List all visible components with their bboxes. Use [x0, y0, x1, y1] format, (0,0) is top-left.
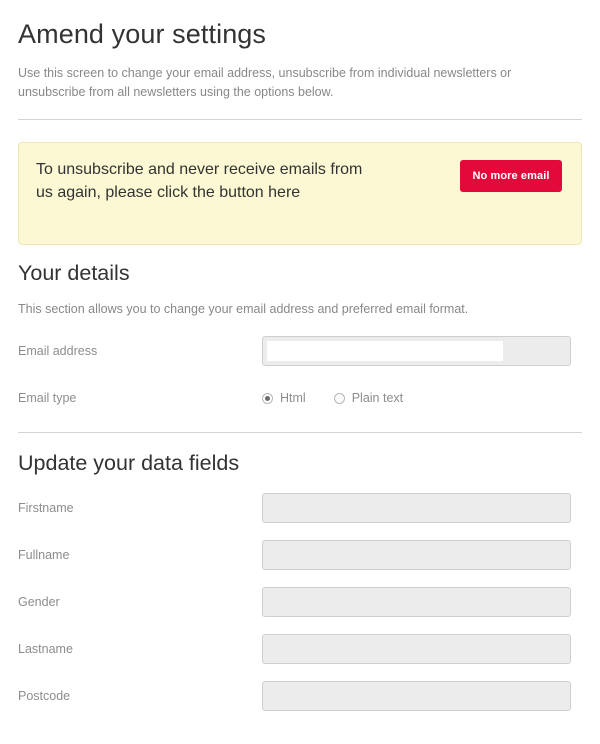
data-field-row: Gender	[18, 579, 582, 626]
fullname-label: Fullname	[18, 548, 262, 563]
email-address-label: Email address	[18, 344, 262, 359]
email-type-option-html-label: Html	[280, 391, 306, 405]
email-type-option-html[interactable]: Html	[262, 391, 306, 405]
your-details-description: This section allows you to change your e…	[18, 300, 582, 319]
divider-top	[18, 119, 582, 120]
settings-page: Amend your settings Use this screen to c…	[0, 0, 600, 720]
unsubscribe-callout-text: To unsubscribe and never receive emails …	[36, 159, 376, 204]
lastname-label: Lastname	[18, 642, 262, 657]
divider-middle	[18, 432, 582, 433]
data-field-row: Lastname	[18, 626, 582, 673]
email-type-row: Email type Html Plain text	[18, 375, 582, 422]
firstname-label: Firstname	[18, 501, 262, 516]
data-fields-list: Firstname Fullname Gender Lastname Postc	[18, 485, 582, 720]
email-type-option-plain-text-label: Plain text	[352, 391, 403, 405]
email-type-option-plain-text[interactable]: Plain text	[334, 391, 403, 405]
page-intro-text: Use this screen to change your email add…	[18, 64, 578, 103]
data-field-row: Firstname	[18, 485, 582, 532]
fullname-field[interactable]	[263, 541, 570, 569]
gender-label: Gender	[18, 595, 262, 610]
gender-input[interactable]	[262, 587, 571, 617]
page-title: Amend your settings	[18, 0, 582, 50]
unsubscribe-callout: To unsubscribe and never receive emails …	[18, 142, 582, 245]
email-address-row: Email address	[18, 328, 582, 375]
email-type-radio-group: Html Plain text	[262, 391, 571, 405]
your-details-heading: Your details	[18, 261, 582, 286]
firstname-field[interactable]	[263, 494, 570, 522]
firstname-input[interactable]	[262, 493, 571, 523]
email-type-label: Email type	[18, 391, 262, 406]
postcode-input[interactable]	[262, 681, 571, 711]
postcode-field[interactable]	[263, 682, 570, 710]
radio-icon-plain-text[interactable]	[334, 393, 345, 404]
email-address-input[interactable]	[262, 336, 571, 366]
email-address-field[interactable]	[263, 337, 570, 365]
no-more-email-button[interactable]: No more email	[460, 160, 562, 192]
gender-field[interactable]	[263, 588, 570, 616]
radio-icon-html[interactable]	[262, 393, 273, 404]
lastname-input[interactable]	[262, 634, 571, 664]
data-fields-heading: Update your data fields	[18, 451, 582, 476]
data-field-row: Postcode	[18, 673, 582, 720]
postcode-label: Postcode	[18, 689, 262, 704]
lastname-field[interactable]	[263, 635, 570, 663]
data-field-row: Fullname	[18, 532, 582, 579]
fullname-input[interactable]	[262, 540, 571, 570]
